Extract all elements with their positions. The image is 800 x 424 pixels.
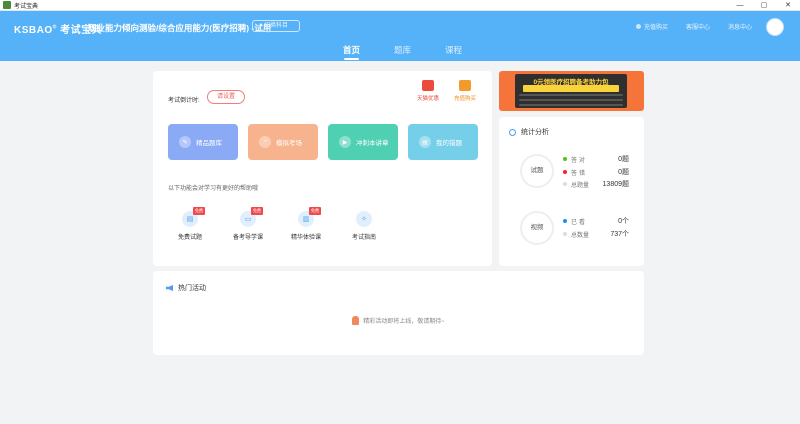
free-badge: 免费 bbox=[193, 207, 205, 215]
tile-wrong-questions[interactable]: ▤ 我的错题 bbox=[408, 124, 478, 160]
top-links: 充值购买 客服中心 消息中心 bbox=[635, 22, 752, 31]
avatar[interactable] bbox=[766, 18, 784, 36]
stat-total-videos: 总数量 737个 bbox=[563, 229, 629, 239]
set-countdown-button[interactable]: 请设置 bbox=[207, 90, 245, 104]
help-text: 以下功能会对学习有更好的帮助哦 bbox=[168, 186, 259, 192]
hot-activities-card: 热门活动 精彩活动即将上线，敬请期待~ bbox=[153, 271, 644, 355]
tmall-offer-button[interactable]: 天猫优惠 bbox=[413, 80, 443, 102]
promo-banner[interactable]: 0元领医疗招聘备考助力包 bbox=[499, 71, 644, 111]
notebook-icon: ▤ bbox=[419, 136, 431, 148]
window-controls: — ▢ ✕ bbox=[728, 0, 800, 11]
tile-question-bank[interactable]: ✎ 精品题库 bbox=[168, 124, 238, 160]
banner-strip bbox=[523, 85, 619, 92]
status-dot bbox=[563, 219, 567, 223]
minimize-button[interactable]: — bbox=[728, 0, 752, 11]
message-link[interactable]: 消息中心 bbox=[728, 22, 752, 31]
logo-registered-mark: ® bbox=[52, 24, 57, 31]
pie-chart-icon bbox=[509, 128, 516, 136]
service-link[interactable]: 客服中心 bbox=[686, 22, 710, 31]
close-button[interactable]: ✕ bbox=[776, 0, 800, 11]
speaker-icon bbox=[166, 285, 173, 291]
video-icon: ▶ bbox=[339, 136, 351, 148]
stat-wrong: 答错 0题 bbox=[563, 167, 629, 177]
status-dot bbox=[563, 157, 567, 161]
status-dot bbox=[563, 182, 567, 186]
stat-total-questions: 总题量 13809题 bbox=[563, 179, 629, 189]
questions-ring: 试题 bbox=[520, 154, 554, 188]
recharge-link[interactable]: 充值购买 bbox=[635, 22, 668, 31]
countdown-label: 考试倒计时: bbox=[168, 98, 200, 104]
extra-features: 免费 ▤ 免费试题 免费 ▭ 备考导学课 免费 ▥ 精华体验课 ✧ 考试指南 bbox=[168, 207, 386, 241]
maximize-button[interactable]: ▢ bbox=[752, 0, 776, 11]
free-badge: 免费 bbox=[309, 207, 321, 215]
stats-card: 统计分析 试题 答对 0题 答错 0题 总题量 13809题 视频 已看 0个 … bbox=[499, 117, 644, 266]
window-titlebar: 考试宝典 — ▢ ✕ bbox=[0, 0, 800, 11]
clock-icon: ◔ bbox=[259, 136, 271, 148]
feature-free-questions[interactable]: 免费 ▤ 免费试题 bbox=[168, 207, 212, 241]
feature-exam-guide[interactable]: ✧ 考试指南 bbox=[342, 207, 386, 241]
videos-ring: 视频 bbox=[520, 211, 554, 245]
empty-state: 精彩活动即将上线，敬请期待~ bbox=[153, 316, 644, 325]
pencil-icon: ✎ bbox=[179, 136, 191, 148]
tab-courses[interactable]: 课程 bbox=[445, 44, 462, 60]
logo-text: KSBAO bbox=[14, 25, 53, 36]
app-icon bbox=[3, 1, 11, 9]
status-dot bbox=[563, 232, 567, 236]
feature-prep-guide-course[interactable]: 免费 ▭ 备考导学课 bbox=[226, 207, 270, 241]
stats-title: 统计分析 bbox=[509, 127, 549, 137]
main-nav: 首页 题库 课程 bbox=[0, 44, 800, 60]
cart-icon bbox=[635, 24, 641, 29]
tab-question-bank[interactable]: 题库 bbox=[394, 44, 411, 60]
cart-icon bbox=[459, 80, 471, 91]
app-header: KSBAO® 考试宝典 职业能力倾向测验/综合应用能力(医疗招聘) -试用 切换… bbox=[0, 11, 800, 61]
window-title: 考试宝典 bbox=[14, 3, 39, 10]
course-title: 职业能力倾向测验/综合应用能力(医疗招聘) -试用 bbox=[88, 23, 272, 33]
stat-watched: 已看 0个 bbox=[563, 216, 629, 226]
switch-course-button[interactable]: 切换科目 bbox=[252, 20, 300, 32]
main-card: 考试倒计时: 请设置 天猫优惠 充值购买 ✎ 精品题库 ◔ 模拟考场 ▶ 冲刺本讲章 … bbox=[153, 71, 492, 266]
banner-headline: 0元领医疗招聘备考助力包 bbox=[533, 79, 609, 86]
status-dot bbox=[563, 170, 567, 174]
feature-tiles: ✎ 精品题库 ◔ 模拟考场 ▶ 冲刺本讲章 ▤ 我的错题 bbox=[168, 124, 478, 160]
tile-mock-exam[interactable]: ◔ 模拟考场 bbox=[248, 124, 318, 160]
free-badge: 免费 bbox=[251, 207, 263, 215]
hot-activities-title: 热门活动 bbox=[166, 283, 206, 293]
shop-icon bbox=[422, 80, 434, 91]
stat-correct: 答对 0题 bbox=[563, 154, 629, 164]
tab-home[interactable]: 首页 bbox=[343, 44, 360, 60]
tile-sprint-lecture[interactable]: ▶ 冲刺本讲章 bbox=[328, 124, 398, 160]
recharge-button[interactable]: 充值购买 bbox=[450, 80, 480, 102]
feature-trial-course[interactable]: 免费 ▥ 精华体验课 bbox=[284, 207, 328, 241]
compass-icon: ✧ bbox=[356, 211, 372, 227]
microphone-icon bbox=[352, 316, 360, 325]
